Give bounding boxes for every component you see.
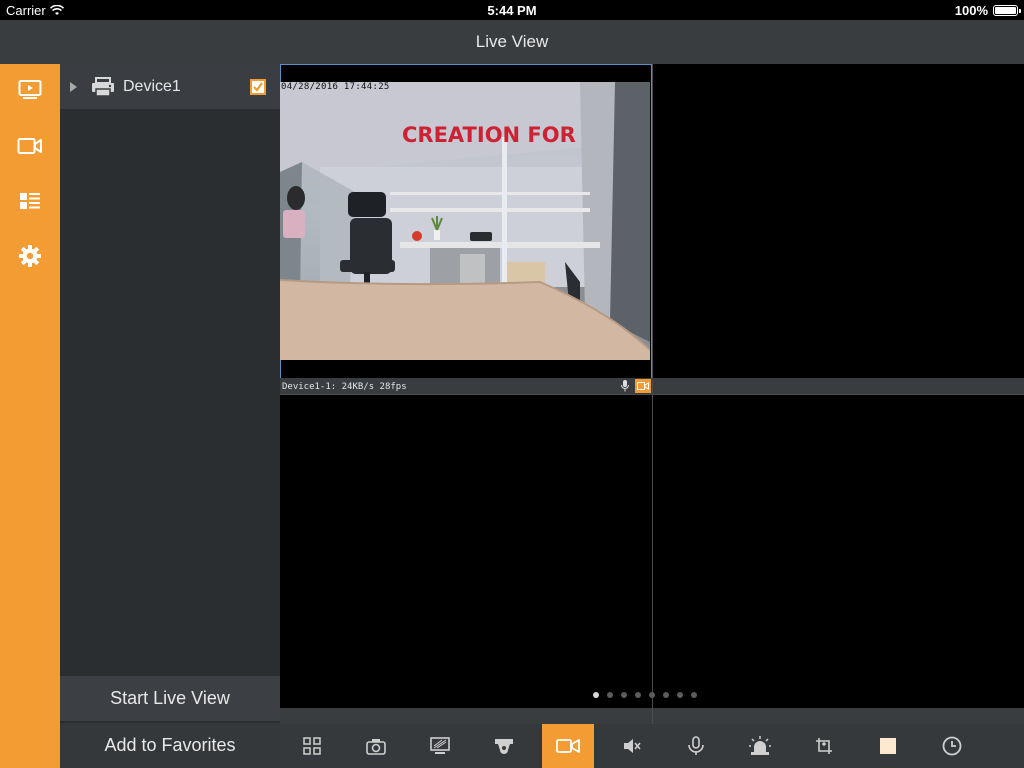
video-tile-1[interactable]: CREATION FOR 04/28/2016 17:44:25 Device1… xyxy=(280,64,652,394)
tile-status-bar xyxy=(653,378,1024,394)
expand-caret-icon[interactable] xyxy=(70,81,77,92)
ptz-icon xyxy=(495,739,513,754)
snapshot-icon xyxy=(366,738,386,755)
stop-button[interactable] xyxy=(856,724,920,768)
nav-playback-button[interactable] xyxy=(12,72,48,108)
battery-icon xyxy=(993,5,1021,16)
ptz-button[interactable] xyxy=(472,724,536,768)
start-live-view-button[interactable]: Start Live View xyxy=(60,676,280,721)
page-indicator[interactable] xyxy=(593,692,697,698)
camera-icon xyxy=(17,138,42,154)
status-time: 5:44 PM xyxy=(487,3,537,18)
device-checkbox[interactable] xyxy=(250,78,266,95)
nav-settings-button[interactable] xyxy=(12,238,48,274)
page-dot[interactable] xyxy=(663,692,669,698)
mute-icon xyxy=(624,739,641,753)
image-quality-button[interactable] xyxy=(408,724,472,768)
device-panel: Device1 Start Live View Add to Favorites xyxy=(60,64,280,768)
page-dot[interactable] xyxy=(635,692,641,698)
mute-button[interactable] xyxy=(600,724,664,768)
video-tile-4[interactable] xyxy=(653,395,1024,724)
stop-icon xyxy=(880,738,896,754)
record-button[interactable] xyxy=(542,724,594,768)
tile-status-bar xyxy=(280,708,652,724)
playback-screen-icon xyxy=(18,80,42,99)
video-tile-3[interactable] xyxy=(280,395,652,724)
page-dot[interactable] xyxy=(691,692,697,698)
checkmark-icon xyxy=(253,81,263,92)
video-timestamp: 04/28/2016 17:44:25 xyxy=(281,82,390,92)
alarm-button[interactable] xyxy=(728,724,792,768)
stream-info: Device1-1: 24KB/s 28fps xyxy=(282,382,407,392)
page-title: Live View xyxy=(0,20,1024,64)
image-quality-icon xyxy=(430,737,450,754)
digital-zoom-button[interactable] xyxy=(792,724,856,768)
live-toolbar xyxy=(280,724,1024,768)
video-tile-2[interactable] xyxy=(653,64,1024,394)
nav-device-list-button[interactable] xyxy=(12,183,48,219)
battery-percent: 100% xyxy=(954,3,988,18)
microphone-icon[interactable] xyxy=(620,380,630,392)
talk-button[interactable] xyxy=(664,724,728,768)
talk-icon xyxy=(688,736,704,755)
record-icon xyxy=(556,739,580,753)
recording-indicator[interactable] xyxy=(635,379,651,393)
page-dot[interactable] xyxy=(607,692,613,698)
status-bar: Carrier 5:44 PM 100% xyxy=(0,0,1024,20)
alarm-icon xyxy=(749,736,771,755)
grid-layout-icon xyxy=(303,737,321,755)
snapshot-button[interactable] xyxy=(344,724,408,768)
record-icon xyxy=(637,382,649,390)
sign-text: CREATION FOR xyxy=(402,123,576,147)
page-dot[interactable] xyxy=(593,692,599,698)
clock-icon xyxy=(942,736,962,756)
layout-button[interactable] xyxy=(280,724,344,768)
camera-feed-image: CREATION FOR xyxy=(280,82,650,360)
time-button[interactable] xyxy=(920,724,984,768)
page-dot[interactable] xyxy=(677,692,683,698)
device-row[interactable]: Device1 xyxy=(60,64,280,109)
page-dot[interactable] xyxy=(649,692,655,698)
page-dot[interactable] xyxy=(621,692,627,698)
live-view-grid: CREATION FOR 04/28/2016 17:44:25 Device1… xyxy=(280,64,1024,724)
device-name: Device1 xyxy=(123,77,181,95)
list-icon xyxy=(20,193,40,209)
digital-zoom-icon xyxy=(816,738,832,754)
nav-rail xyxy=(0,64,60,768)
app-root: Carrier 5:44 PM 100% Live View Device1 S… xyxy=(0,0,1024,768)
gear-icon xyxy=(19,245,41,267)
nav-live-view-button[interactable] xyxy=(12,128,48,164)
dvr-device-icon xyxy=(92,76,114,97)
tile-status-bar xyxy=(653,708,1024,724)
add-to-favorites-button[interactable]: Add to Favorites xyxy=(60,723,280,768)
